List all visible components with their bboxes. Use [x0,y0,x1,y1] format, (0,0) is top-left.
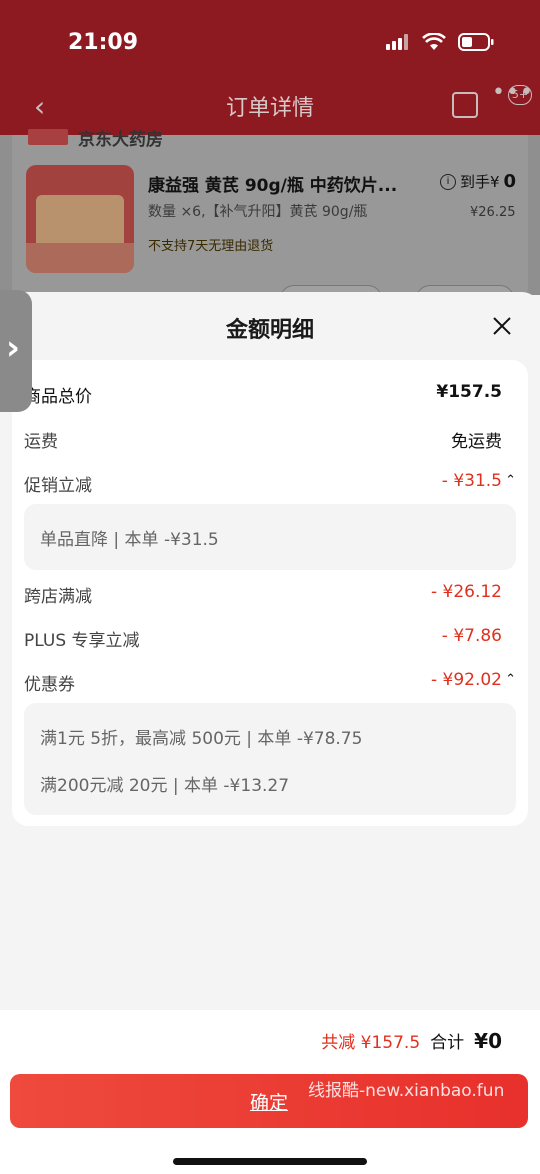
amount-detail-card: 商品总价 ¥157.5 运费 免运费 促销立减 - ¥31.5 ⌃ 单品直降 |… [12,360,528,826]
home-indicator[interactable] [173,1158,367,1165]
original-price: ¥26.25 [470,205,516,220]
promo-detail-line: 单品直降 | 本单 -¥31.5 [40,530,219,550]
row-promo[interactable]: 促销立减 - ¥31.5 ⌃ [12,469,528,499]
close-icon[interactable] [490,314,514,338]
row-label: 商品总价 [24,387,92,407]
bottom-bar: 共减 ¥157.5 合计 ¥0 确定 线报酷-new.xianbao.fun [0,1010,540,1174]
product-spec: 数量 ×6,【补气升阳】黄芪 90g/瓶 [148,204,368,220]
chevron-right-icon: › [6,328,21,368]
more-badge: 5+ [508,85,532,105]
chevron-up-icon[interactable]: ⌃ [505,672,516,687]
total-summary: 共减 ¥157.5 合计 ¥0 [321,1028,502,1053]
order-content-dimmed: 京东大药房 康益强 黄芪 90g/瓶 中药饮片... 数量 ×6,【补气升阳】黄… [0,129,540,307]
status-icons [386,33,494,51]
row-item-total: 商品总价 ¥157.5 [12,380,528,410]
header-background: 21:09 ‹ 订单详情 ••• 5+ [0,0,540,135]
row-value: ¥157.5 [436,382,502,402]
info-icon[interactable]: i [440,173,456,190]
row-value: - ¥7.86 [441,626,502,646]
side-drawer-handle[interactable]: › [0,290,32,412]
row-value: 免运费 [451,432,502,452]
status-bar: 21:09 [0,24,540,64]
sheet-title: 金额明细 [225,318,314,343]
cellular-signal-icon [386,34,408,50]
row-label: PLUS 专享立减 [24,631,140,651]
row-label: 优惠券 [24,675,75,695]
row-cross-store: 跨店满减 - ¥26.12 [12,580,528,610]
row-value: - ¥92.02 [430,670,502,690]
wifi-icon [422,33,446,50]
store-card: 京东大药房 康益强 黄芪 90g/瓶 中药饮片... 数量 ×6,【补气升阳】黄… [12,129,528,307]
coupon-detail-box: 满1元 5折，最高减 500元 | 本单 -¥78.75 满200元减 20元 … [24,703,516,815]
store-name: 京东大药房 [78,130,163,150]
row-label: 促销立减 [24,476,92,496]
row-shipping: 运费 免运费 [12,425,528,455]
total-value: ¥0 [474,1029,502,1053]
promo-detail-box: 单品直降 | 本单 -¥31.5 [24,504,516,570]
product-image-banner [26,243,134,273]
row-value: - ¥31.5 [441,471,502,491]
in-hand-price: i 到手¥ 0 [440,171,516,192]
share-icon[interactable] [452,92,478,118]
watermark-text: 线报酷-new.xianbao.fun [308,1081,505,1101]
status-time: 21:09 [68,30,139,55]
product-image[interactable] [26,165,134,273]
total-label: 合计 [430,1033,465,1053]
battery-icon [458,33,494,51]
product-return-policy: 不支持7天无理由退货 [148,239,274,254]
in-hand-value: 0 [503,171,517,192]
in-hand-label: 到手¥ [460,173,500,191]
chevron-up-icon[interactable]: ⌃ [505,473,516,488]
row-coupon[interactable]: 优惠券 - ¥92.02 ⌃ [12,668,528,698]
row-value: - ¥26.12 [430,582,502,602]
coupon-detail-line: 满1元 5折，最高减 500元 | 本单 -¥78.75 [40,729,363,749]
row-label: 运费 [24,432,58,452]
nav-bar: ‹ 订单详情 ••• 5+ [0,80,540,130]
product-title[interactable]: 康益强 黄芪 90g/瓶 中药饮片... [148,171,428,196]
row-plus: PLUS 专享立减 - ¥7.86 [12,624,528,654]
row-label: 跨店满减 [24,587,92,607]
store-tag [28,129,68,145]
coupon-detail-line: 满200元减 20元 | 本单 -¥13.27 [40,776,290,796]
total-saved: 共减 ¥157.5 [321,1033,421,1053]
